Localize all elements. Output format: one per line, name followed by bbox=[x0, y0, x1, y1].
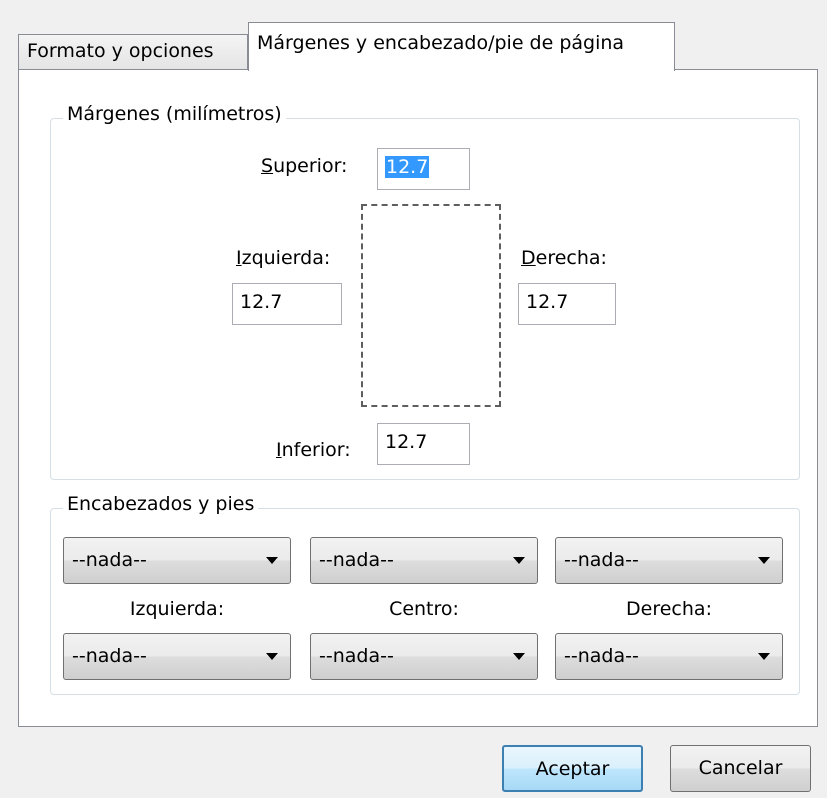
footer-center-select[interactable]: --nada-- bbox=[310, 633, 538, 680]
header-left-select[interactable]: --nada-- bbox=[63, 537, 291, 584]
page-preview bbox=[361, 204, 501, 407]
margins-legend: Márgenes (milímetros) bbox=[63, 103, 286, 125]
right-margin-input[interactable]: 12.7 bbox=[518, 283, 616, 325]
column-label-center: Centro: bbox=[389, 598, 459, 620]
footer-center-value: --nada-- bbox=[319, 645, 394, 667]
top-margin-label-rest: uperior: bbox=[273, 155, 348, 177]
column-label-left: Izquierda: bbox=[129, 598, 225, 620]
chevron-down-icon bbox=[513, 653, 525, 660]
headers-footers-legend: Encabezados y pies bbox=[63, 493, 259, 515]
top-margin-value: 12.7 bbox=[385, 156, 430, 178]
header-left-value: --nada-- bbox=[72, 549, 147, 571]
right-margin-label: Derecha: bbox=[521, 247, 607, 269]
chevron-down-icon bbox=[266, 557, 278, 564]
bottom-margin-input[interactable]: 12.7 bbox=[377, 423, 470, 465]
right-margin-value: 12.7 bbox=[526, 291, 569, 313]
footer-right-select[interactable]: --nada-- bbox=[555, 633, 783, 680]
chevron-down-icon bbox=[513, 557, 525, 564]
tab-margenes[interactable]: Márgenes y encabezado/pie de página bbox=[248, 22, 675, 71]
dialog: { "tabs": [ {"label": "Formato y opcione… bbox=[0, 0, 827, 798]
margins-group: Márgenes (milímetros) Superior: 12.7 Izq… bbox=[50, 103, 800, 480]
header-center-value: --nada-- bbox=[319, 549, 394, 571]
column-label-right: Derecha: bbox=[626, 598, 712, 620]
footer-left-value: --nada-- bbox=[72, 645, 147, 667]
cancel-button-label: Cancelar bbox=[698, 757, 783, 779]
headers-footers-group: Encabezados y pies --nada-- --nada-- --n… bbox=[50, 493, 800, 695]
left-margin-value: 12.7 bbox=[240, 291, 283, 313]
footer-left-select[interactable]: --nada-- bbox=[63, 633, 291, 680]
chevron-down-icon bbox=[758, 653, 770, 660]
right-margin-label-rest: erecha: bbox=[535, 247, 607, 269]
tab-panel: Márgenes (milímetros) Superior: 12.7 Izq… bbox=[18, 69, 818, 727]
left-margin-label: Izquierda: bbox=[236, 247, 330, 269]
header-center-select[interactable]: --nada-- bbox=[310, 537, 538, 584]
footer-right-value: --nada-- bbox=[564, 645, 639, 667]
chevron-down-icon bbox=[758, 557, 770, 564]
header-right-select[interactable]: --nada-- bbox=[555, 537, 783, 584]
cancel-button[interactable]: Cancelar bbox=[670, 745, 811, 792]
bottom-margin-label: Inferior: bbox=[276, 439, 351, 461]
left-margin-input[interactable]: 12.7 bbox=[232, 283, 342, 325]
tab-formato-y-opciones[interactable]: Formato y opciones bbox=[18, 34, 248, 70]
top-margin-input[interactable]: 12.7 bbox=[377, 148, 470, 190]
chevron-down-icon bbox=[266, 653, 278, 660]
bottom-margin-value: 12.7 bbox=[385, 431, 428, 453]
header-right-value: --nada-- bbox=[564, 549, 639, 571]
ok-button-label: Aceptar bbox=[535, 758, 610, 780]
ok-button[interactable]: Aceptar bbox=[502, 745, 643, 792]
top-margin-label-accesskey: S bbox=[261, 155, 274, 177]
top-margin-label: Superior: bbox=[261, 155, 347, 177]
tab-label: Márgenes y encabezado/pie de página bbox=[257, 32, 625, 54]
bottom-margin-label-rest: nferior: bbox=[281, 439, 351, 461]
right-margin-label-accesskey: D bbox=[521, 247, 536, 269]
tab-label: Formato y opciones bbox=[27, 40, 214, 62]
left-margin-label-rest: zquierda: bbox=[241, 247, 331, 269]
